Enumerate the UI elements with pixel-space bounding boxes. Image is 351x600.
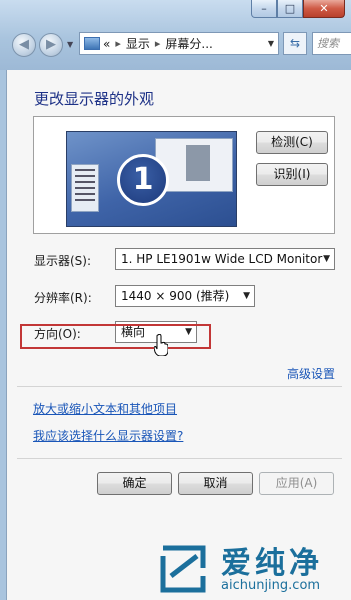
monitor-preview-panel: 1 检测(C) 识别(I) bbox=[33, 116, 335, 234]
advanced-settings-link[interactable]: 高级设置 bbox=[287, 365, 335, 382]
resolution-label: 分辨率(R): bbox=[34, 291, 92, 305]
resolution-select-value: 1440 × 900 (推荐) bbox=[121, 289, 230, 303]
maximize-button[interactable]: □ bbox=[277, 0, 303, 18]
chevron-down-icon: ▼ bbox=[243, 291, 250, 301]
address-dropdown-icon[interactable]: ▼ bbox=[268, 39, 274, 48]
display-select[interactable]: 1. HP LE1901w Wide LCD Monitor ▼ bbox=[115, 248, 335, 270]
close-icon: ✕ bbox=[319, 2, 329, 15]
breadcrumb-screen-resolution[interactable]: 屏幕分... bbox=[165, 35, 212, 52]
arrow-right-icon: ▶ bbox=[46, 37, 56, 52]
display-label: 显示器(S): bbox=[34, 254, 92, 268]
back-button[interactable]: ◀ bbox=[12, 33, 36, 57]
caption-buttons: – □ ✕ bbox=[251, 0, 345, 19]
breadcrumb-display[interactable]: 显示 bbox=[126, 35, 150, 52]
control-panel-icon bbox=[84, 37, 100, 50]
arrow-left-icon: ◀ bbox=[19, 37, 29, 52]
display-settings-help-link[interactable]: 我应该选择什么显示器设置? bbox=[33, 427, 183, 444]
recent-pages-dropdown-icon[interactable]: ▼ bbox=[67, 40, 73, 49]
maximize-icon: □ bbox=[284, 2, 296, 15]
identify-button[interactable]: 识别(I) bbox=[256, 163, 328, 186]
address-bar[interactable]: « ▸ 显示 ▸ 屏幕分... ▼ bbox=[79, 32, 279, 55]
refresh-button[interactable]: ⇆ bbox=[283, 32, 307, 55]
breadcrumb-separator-icon[interactable]: ▸ bbox=[115, 37, 121, 50]
highlight-box bbox=[20, 324, 211, 349]
refresh-icon: ⇆ bbox=[289, 36, 301, 50]
display-select-value: 1. HP LE1901w Wide LCD Monitor bbox=[121, 252, 323, 266]
watermark-subtitle: aichunjing.com bbox=[221, 578, 321, 593]
breadcrumb-overflow[interactable]: « bbox=[103, 37, 110, 51]
minimize-button[interactable]: – bbox=[251, 0, 277, 18]
breadcrumb-separator-icon[interactable]: ▸ bbox=[155, 37, 161, 50]
watermark-logo-icon bbox=[160, 545, 206, 593]
close-button[interactable]: ✕ bbox=[303, 0, 345, 18]
monitor-number-badge: 1 bbox=[117, 154, 169, 206]
cancel-button[interactable]: 取消 bbox=[178, 472, 253, 495]
minimize-icon: – bbox=[261, 2, 267, 15]
page-title: 更改显示器的外观 bbox=[34, 90, 155, 108]
monitor-thumbnail[interactable]: 1 bbox=[66, 131, 237, 227]
watermark: 爱纯净 aichunjing.com bbox=[157, 538, 351, 600]
chevron-down-icon: ▼ bbox=[323, 254, 330, 264]
text-size-link[interactable]: 放大或缩小文本和其他项目 bbox=[33, 400, 177, 417]
desktop-window-thumbnail bbox=[71, 164, 99, 212]
footer-divider bbox=[17, 458, 342, 459]
hand-cursor-icon bbox=[154, 334, 168, 356]
forward-button[interactable]: ▶ bbox=[39, 33, 63, 57]
resolution-select[interactable]: 1440 × 900 (推荐) ▼ bbox=[115, 285, 255, 307]
watermark-title: 爱纯净 bbox=[221, 546, 323, 581]
detect-button[interactable]: 检测(C) bbox=[256, 131, 328, 154]
search-input[interactable]: 搜索 bbox=[312, 32, 351, 55]
section-divider bbox=[17, 386, 342, 387]
ok-button[interactable]: 确定 bbox=[97, 472, 172, 495]
apply-button[interactable]: 应用(A) bbox=[259, 472, 334, 495]
